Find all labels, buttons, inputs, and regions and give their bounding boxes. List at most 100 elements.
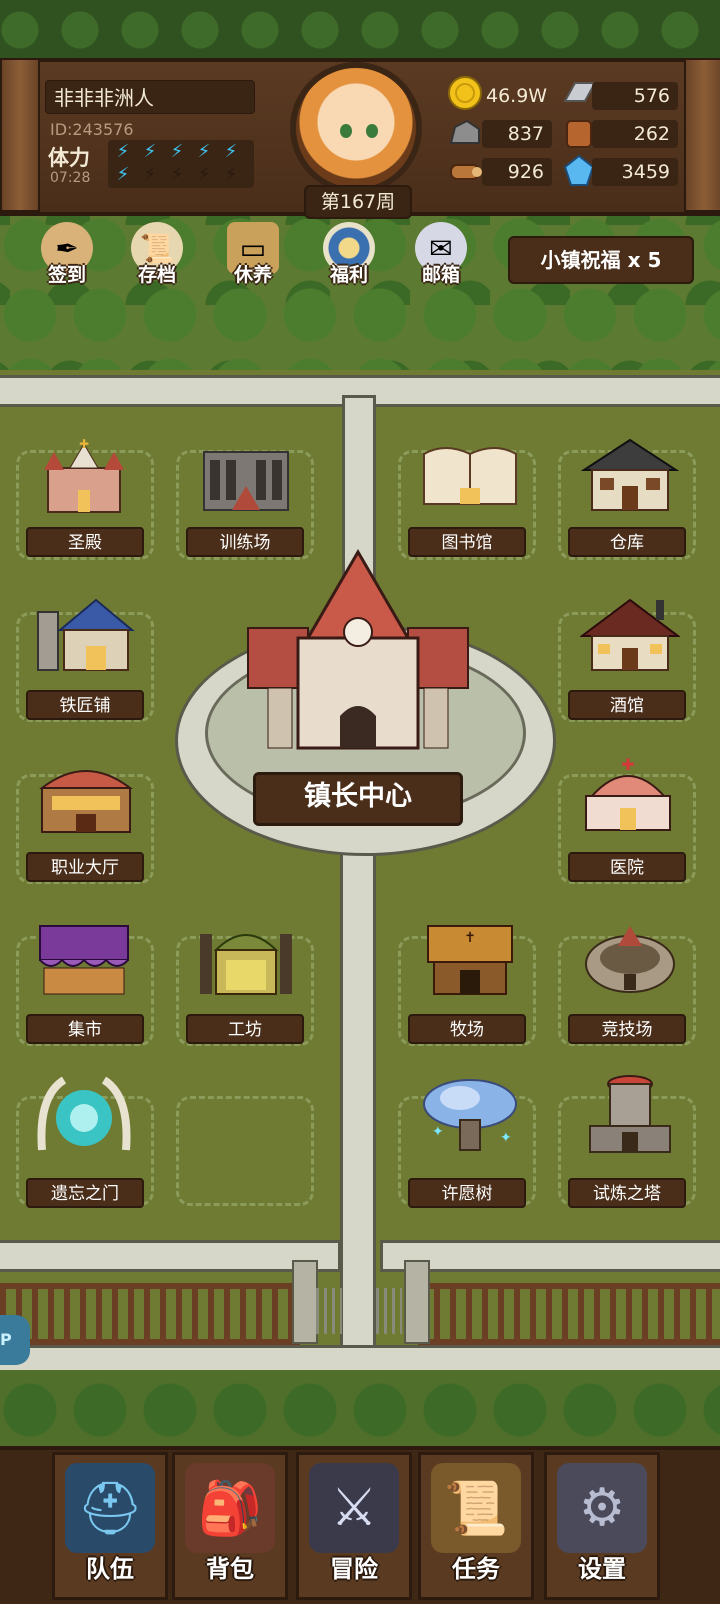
- player-name: 非非非洲人: [45, 80, 255, 114]
- avatar-eye-right: [366, 124, 378, 138]
- blacksmith-label[interactable]: 铁匠铺: [26, 690, 144, 720]
- backpack-icon: 🎒: [185, 1463, 275, 1553]
- arena-label[interactable]: 竞技场: [568, 1014, 686, 1044]
- gear-icon: ⚙: [557, 1463, 647, 1553]
- gate-door-left: [316, 1288, 342, 1334]
- town-center-building[interactable]: [238, 548, 478, 760]
- gold-value: 46.9W: [486, 85, 548, 107]
- quest-button[interactable]: 📜 任务: [418, 1452, 534, 1600]
- iron-value: 576: [592, 82, 678, 110]
- adventure-label: 冒险: [330, 1555, 378, 1583]
- settings-label: 设置: [578, 1555, 626, 1583]
- bag-button[interactable]: 🎒 背包: [172, 1452, 288, 1600]
- fence-left: [0, 1283, 300, 1345]
- gold-coin-icon: [446, 74, 484, 112]
- training-ground-building[interactable]: [196, 436, 296, 516]
- save-button[interactable]: 📜 存档: [120, 222, 194, 298]
- forest-bottom: [0, 1370, 720, 1450]
- rest-button[interactable]: ▭ 休养: [216, 222, 290, 298]
- mailbox-label: 邮箱: [421, 264, 460, 286]
- svg-text:✦: ✦: [500, 1130, 512, 1146]
- tavern-building[interactable]: [579, 596, 681, 676]
- stamina-bolt-icon: ⚡: [170, 141, 184, 162]
- svg-text:✚: ✚: [621, 756, 634, 774]
- ranch-building[interactable]: ✝: [420, 920, 520, 1000]
- svg-text:✝: ✝: [464, 930, 476, 946]
- crystal-value: 3459: [592, 158, 678, 186]
- stamina-label: 体力: [48, 146, 90, 170]
- sign-in-button[interactable]: ✒ 签到: [30, 222, 104, 298]
- town-center-label[interactable]: 镇长中心: [253, 772, 463, 826]
- welfare-label: 福利: [329, 264, 368, 286]
- avatar-eye-left: [340, 124, 352, 138]
- wood-log-icon: [446, 152, 484, 190]
- trial-tower-label[interactable]: 试炼之塔: [568, 1178, 686, 1208]
- save-label: 存档: [137, 264, 176, 286]
- hospital-building[interactable]: ✚: [578, 755, 678, 836]
- team-button[interactable]: ⛑ 队伍: [52, 1452, 168, 1600]
- town-blessing-button[interactable]: 小镇祝福 x 5: [508, 236, 694, 284]
- stamina-bolt-icon: ⚡: [224, 164, 238, 185]
- quest-label: 任务: [452, 1555, 500, 1583]
- rest-label: 休养: [233, 264, 272, 286]
- market-label[interactable]: 集市: [26, 1014, 144, 1044]
- gate-post-left: [292, 1260, 318, 1344]
- holy-hall-label[interactable]: 圣殿: [26, 527, 144, 557]
- holy-hall-building[interactable]: ✚: [34, 437, 134, 518]
- helmet-icon: ⛑: [65, 1463, 155, 1553]
- quest-scroll-icon: 📜: [431, 1463, 521, 1553]
- wish-tree-label[interactable]: 许愿树: [408, 1178, 526, 1208]
- mailbox-button[interactable]: ✉ 邮箱: [404, 222, 478, 298]
- welfare-button[interactable]: 福利: [312, 222, 386, 298]
- arena-building[interactable]: [580, 918, 680, 998]
- wood-value: 926: [482, 158, 552, 186]
- job-hall-building[interactable]: [36, 758, 136, 838]
- hospital-label[interactable]: 医院: [568, 852, 686, 882]
- workshop-label[interactable]: 工坊: [186, 1014, 304, 1044]
- svg-text:✚: ✚: [79, 438, 89, 451]
- stamina-bolt-icon: ⚡: [170, 164, 184, 185]
- fence-right: [418, 1283, 720, 1345]
- sign-in-label: 签到: [47, 264, 86, 286]
- workshop-building[interactable]: [196, 920, 296, 1000]
- gate-post-right: [404, 1260, 430, 1344]
- week-counter: 第167周: [304, 185, 412, 219]
- tavern-label[interactable]: 酒馆: [568, 690, 686, 720]
- library-building[interactable]: [420, 434, 520, 514]
- adventure-button[interactable]: ⚔ 冒险: [296, 1452, 412, 1600]
- stamina-bolt-icon: ⚡: [197, 164, 211, 185]
- stone-value: 837: [482, 120, 552, 148]
- team-label: 队伍: [86, 1555, 134, 1583]
- crossed-swords-icon: ⚔: [309, 1463, 399, 1553]
- settings-button[interactable]: ⚙ 设置: [544, 1452, 660, 1600]
- forgotten-gate-label[interactable]: 遗忘之门: [26, 1178, 144, 1208]
- player-id: ID:243576: [50, 120, 134, 139]
- bag-label: 背包: [206, 1555, 254, 1583]
- ranch-label[interactable]: 牧场: [408, 1014, 526, 1044]
- stone-ore-icon: [446, 114, 484, 152]
- warehouse-building[interactable]: [580, 436, 680, 516]
- trial-tower-building[interactable]: [580, 1070, 680, 1153]
- svg-text:✦: ✦: [432, 1124, 444, 1140]
- header-post-left: [0, 58, 40, 212]
- road-bottom-left: [0, 1240, 341, 1272]
- road-bottom-right: [380, 1240, 720, 1272]
- stamina-bolt-icon: ⚡: [116, 141, 130, 162]
- stamina-bar: ⚡ ⚡ ⚡ ⚡ ⚡ ⚡ ⚡ ⚡ ⚡ ⚡: [108, 140, 254, 188]
- forgotten-gate-building[interactable]: [34, 1076, 134, 1156]
- stamina-bolt-icon: ⚡: [116, 164, 130, 185]
- player-avatar[interactable]: [290, 62, 422, 194]
- slot-empty[interactable]: [176, 1096, 314, 1206]
- stamina-timer: 07:28: [50, 170, 91, 186]
- warehouse-label[interactable]: 仓库: [568, 527, 686, 557]
- job-hall-label[interactable]: 职业大厅: [26, 852, 144, 882]
- road-vertical-bottom: [340, 840, 376, 1406]
- header-post-right: [684, 58, 720, 212]
- stamina-bolt-icon: ⚡: [224, 141, 238, 162]
- leather-value: 262: [592, 120, 678, 148]
- side-pull-tab[interactable]: P: [0, 1315, 30, 1365]
- market-building[interactable]: [34, 920, 134, 1000]
- stamina-bolt-icon: ⚡: [197, 141, 211, 162]
- blacksmith-building[interactable]: [36, 596, 136, 676]
- wish-tree-building[interactable]: ✦ ✦: [420, 1076, 520, 1156]
